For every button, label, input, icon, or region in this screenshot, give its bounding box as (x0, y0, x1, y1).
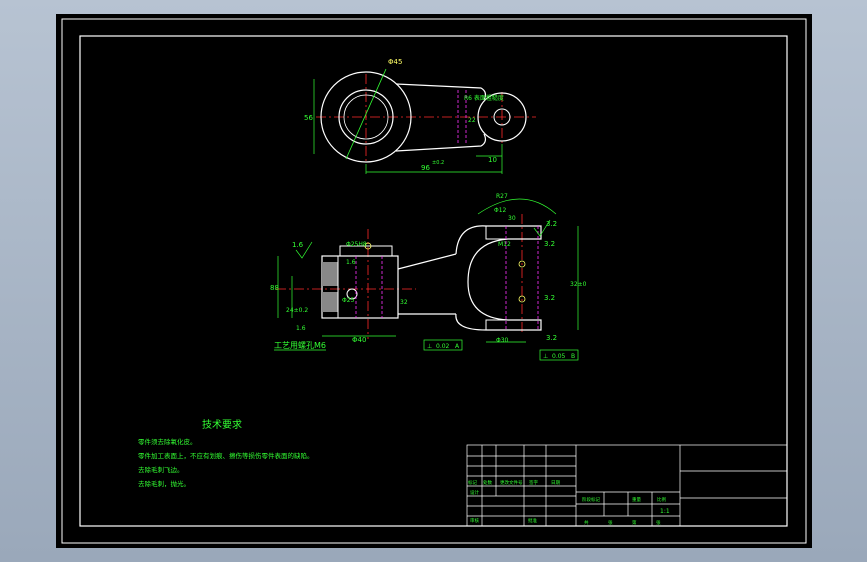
tb-count: 处数 (483, 479, 492, 486)
front-arm-top (397, 253, 457, 270)
front-tol-left-datum: A (455, 343, 460, 350)
front-tol-right-sym: ⊥ (543, 353, 548, 360)
front-dim-center-bore: Φ25 (342, 297, 355, 304)
front-dim-bore: Φ25H8 (346, 241, 367, 248)
front-tol-right-value: 0.05 (552, 353, 566, 360)
top-dim-rib: 22 (468, 117, 476, 124)
cad-viewport: Φ45 56 R6 表面粗糙度 22 96 ±0.2 10 88 24±0.2 … (0, 0, 867, 562)
tb-design: 设计 (470, 489, 479, 496)
front-rough-bottom: 3.2 (546, 334, 557, 342)
front-view: 88 24±0.2 1.6 Φ25H8 1.6 1.6 Φ25 32 Φ40 工… (270, 193, 587, 361)
front-dim-32: 32 (400, 299, 408, 306)
top-dim-width: 56 (304, 114, 313, 122)
front-dim-30: 30 (508, 215, 516, 222)
front-dim-m12: M12 (498, 241, 511, 248)
drawing-canvas: Φ45 56 R6 表面粗糙度 22 96 ±0.2 10 88 24±0.2 … (61, 18, 807, 544)
top-dim-phi45: Φ45 (388, 58, 402, 66)
front-tol-left-value: 0.02 (436, 343, 450, 350)
front-rough-ra: 3.2 (544, 240, 555, 248)
front-dim-right-height: 32±0 (570, 281, 587, 288)
tb-stage: 阶段标记 (582, 496, 600, 503)
tb-page: 第 (632, 519, 637, 526)
front-dim-flange: Φ40 (352, 336, 366, 344)
notes-line-4: 去除毛刺，抛光。 (138, 479, 190, 488)
notes-line-2: 零件加工表面上，不应有划痕、擦伤等损伤零件表面的缺陷。 (138, 451, 314, 460)
front-dim-small: 1.6 (296, 325, 306, 332)
front-dim-height: 88 (270, 284, 279, 292)
notes-line-3: 去除毛刺飞边。 (138, 465, 184, 474)
front-hatch-1 (322, 262, 338, 286)
front-fork-bottom-lug (485, 319, 542, 331)
tb-date: 日期 (551, 480, 560, 486)
front-tol-right-datum: B (571, 353, 575, 360)
notes-title: 技术要求 (202, 418, 242, 431)
top-arm-lower (395, 133, 487, 152)
technical-notes: 技术要求 零件须去除氧化皮。 零件加工表面上，不应有划痕、擦伤等损伤零件表面的缺… (138, 418, 314, 488)
front-rough-left: 1.6 (292, 241, 304, 249)
tb-sign: 签字 (529, 479, 538, 486)
tb-change: 更改文件号 (500, 479, 523, 486)
top-dim-surface: R6 表面粗糙度 (464, 94, 504, 102)
front-tol-left-sym: ⊥ (427, 343, 432, 350)
front-fork-top-lug (485, 225, 542, 240)
drawing-sheet[interactable]: Φ45 56 R6 表面粗糙度 22 96 ±0.2 10 88 24±0.2 … (56, 14, 812, 548)
top-view: Φ45 56 R6 表面粗糙度 22 96 ±0.2 10 (304, 58, 536, 174)
top-dim-small: 10 (488, 156, 497, 164)
front-dim-depth: Φ30 (496, 337, 509, 344)
outer-frame (61, 18, 807, 544)
front-dim-offset: 24±0.2 (286, 307, 308, 314)
tb-total: 共 (584, 519, 589, 526)
tb-sheets: 张 (608, 519, 613, 526)
top-dim-center: 96 (421, 164, 430, 172)
top-dim-center-tol: ±0.2 (432, 160, 444, 166)
tb-scale-label: 比例 (657, 496, 666, 503)
front-hatch-2 (322, 292, 338, 312)
tb-mark: 标记 (468, 479, 477, 486)
notes-line-1: 零件须去除氧化皮。 (138, 437, 197, 446)
tb-page-sheets: 张 (656, 519, 661, 526)
front-arc-dim (477, 198, 557, 215)
front-rough-bore: 1.6 (346, 259, 356, 266)
front-dim-top-right: Φ12 (494, 207, 507, 214)
tb-review: 审核 (470, 517, 479, 524)
tb-scale: 1:1 (660, 508, 670, 515)
front-note-process: 工艺用螺孔M6 (274, 340, 326, 350)
tb-approve: 批准 (528, 517, 537, 524)
tb-weight: 重量 (632, 496, 641, 503)
front-dim-arc: R27 (496, 193, 508, 200)
front-rough-small-right: 3.2 (544, 294, 555, 302)
